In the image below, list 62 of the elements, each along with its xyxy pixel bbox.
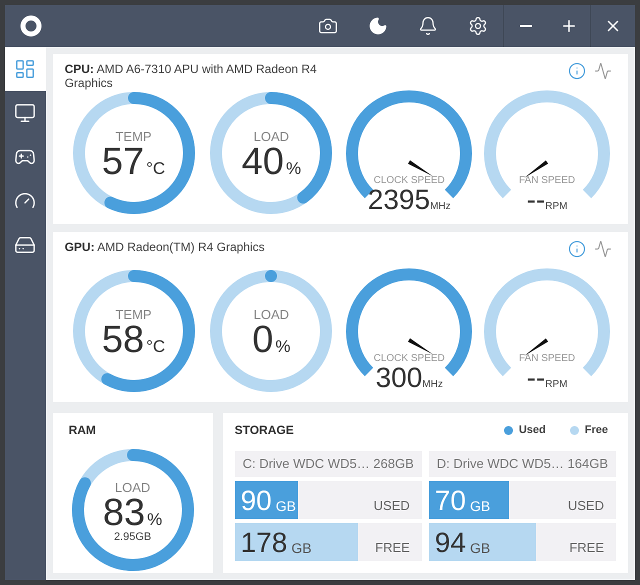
pulse-icon[interactable]	[594, 240, 612, 258]
info-icon[interactable]	[568, 62, 586, 80]
gauge-value: 0	[252, 320, 274, 358]
needle-icon	[408, 160, 434, 176]
legend-label: Free	[584, 422, 608, 438]
minus-icon	[520, 25, 532, 27]
moon-icon[interactable]	[368, 16, 388, 36]
info-icon[interactable]	[568, 240, 586, 258]
legend-label: Used	[518, 422, 546, 438]
gauge-label: LOAD	[254, 130, 290, 142]
drive-name: C: Drive WDC WD5… 268GB	[234, 451, 422, 477]
gauge-unit: %	[286, 160, 302, 176]
gauge-value: 57	[102, 142, 144, 180]
size-value: 90	[240, 487, 272, 515]
logo-icon	[18, 13, 44, 39]
gauge-detail: 2.95GB	[114, 532, 152, 543]
pulse-icon[interactable]	[594, 62, 612, 80]
gauge-value: 2395	[368, 186, 430, 214]
bar-label: FREE	[375, 539, 410, 558]
gauge-label: TEMP	[115, 308, 152, 320]
gauge-label: CLOCK SPEED	[374, 176, 445, 186]
dashboard-icon	[14, 58, 36, 80]
gauge-label: FAN SPEED	[518, 176, 576, 186]
size-unit: GB	[276, 499, 296, 513]
gauge-unit: %	[147, 511, 162, 528]
gauge-unit: °C	[146, 160, 166, 176]
card-title: RAM	[68, 422, 97, 439]
gauge-value: --	[526, 364, 546, 392]
needle-icon	[408, 338, 434, 354]
gauge-label: CLOCK SPEED	[374, 354, 445, 364]
gauge-unit: MHz	[422, 380, 443, 390]
bar-label: FREE	[569, 539, 604, 558]
card-title: STORAGE	[234, 422, 295, 439]
drive-name: D: Drive WDC WD5… 164GB	[428, 451, 616, 477]
camera-icon[interactable]	[318, 16, 338, 36]
gauge-unit: °C	[146, 338, 166, 354]
gauge-unit: %	[275, 338, 290, 354]
bar-label: USED	[374, 497, 410, 516]
card-title: GPU: AMD Radeon(TM) R4 Graphics	[64, 240, 266, 254]
monitor-icon	[14, 102, 36, 124]
gauge-unit: RPM	[545, 380, 568, 390]
size-value: 70	[434, 487, 466, 515]
gauge-value: --	[526, 186, 546, 214]
size-value: 178	[240, 529, 288, 557]
gauge-label: FAN SPEED	[518, 354, 576, 364]
gauge-label: LOAD	[254, 308, 290, 320]
gauge-value: 83	[102, 494, 146, 532]
bar-label: USED	[568, 497, 604, 516]
gauge-value: 40	[242, 142, 284, 180]
size-unit: GB	[291, 541, 312, 555]
gauge-value: 300	[376, 364, 422, 392]
size-value: 94	[434, 529, 466, 557]
settings-icon[interactable]	[468, 16, 488, 36]
gauge-unit: MHz	[430, 202, 451, 212]
card-title: CPU: AMD A6-7310 APU with AMD Radeon R4 Graphics	[64, 62, 318, 90]
size-unit: GB	[470, 499, 490, 513]
gauge-label: TEMP	[115, 130, 152, 142]
gauge-value: 58	[102, 320, 144, 358]
gauge-unit: RPM	[545, 202, 568, 212]
bell-icon[interactable]	[418, 16, 438, 36]
gauge-label: LOAD	[114, 481, 150, 494]
size-unit: GB	[470, 541, 490, 555]
